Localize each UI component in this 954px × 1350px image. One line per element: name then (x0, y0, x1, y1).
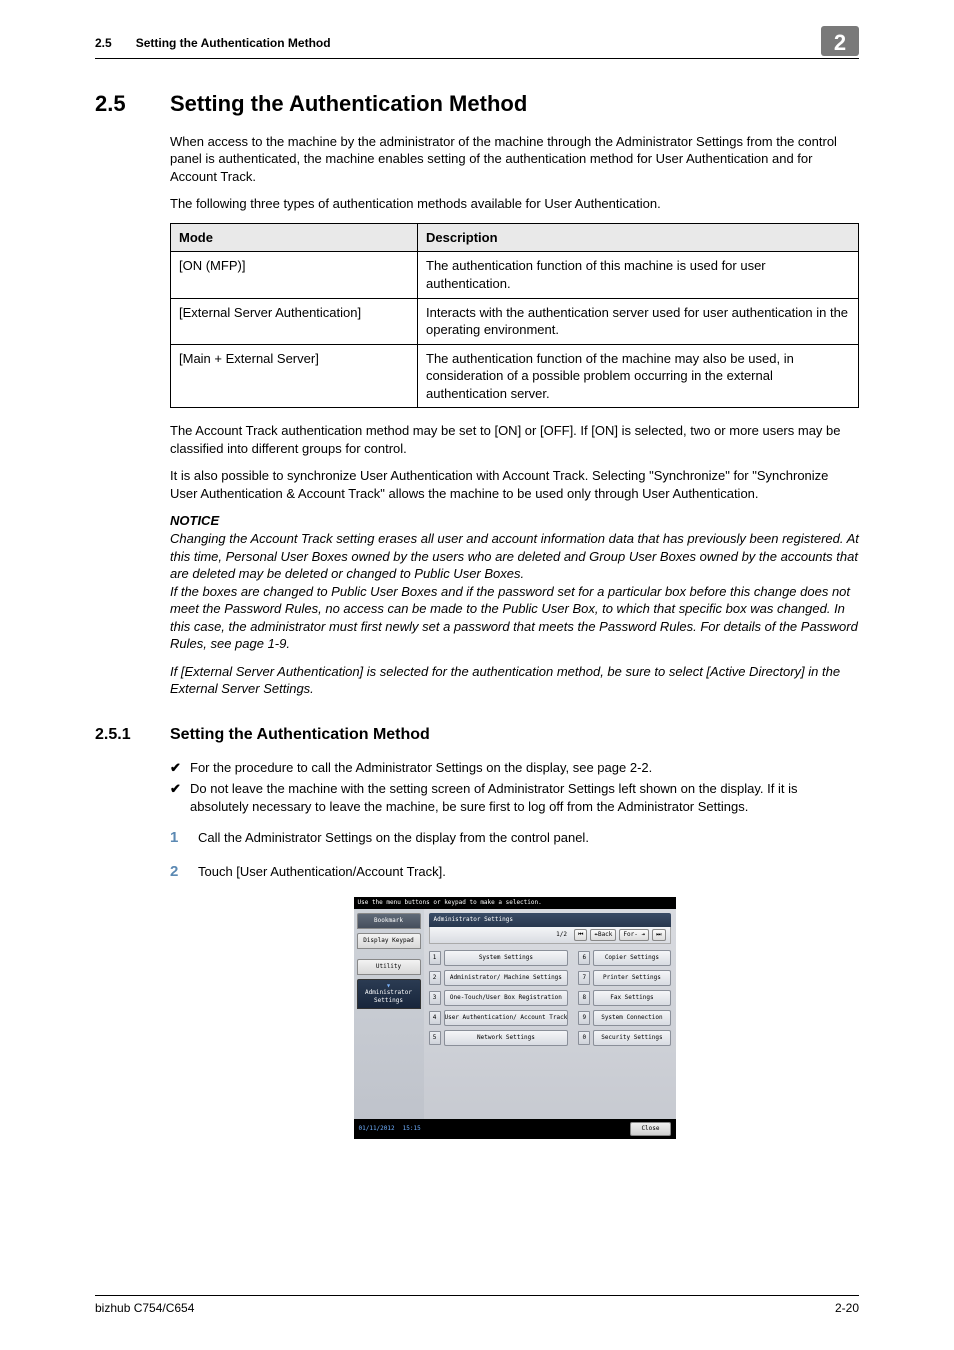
step-item: 2 Touch [User Authentication/Account Tra… (170, 862, 859, 882)
cell-mode: [Main + External Server] (171, 344, 418, 408)
mfp-paging-bar: 1/2 ⏮ ↞Back For- ↠ ⏭ (429, 927, 671, 944)
notice-label: NOTICE (170, 512, 859, 530)
intro-paragraph-1: When access to the machine by the admini… (170, 133, 859, 186)
step-text: Call the Administrator Settings on the d… (198, 828, 859, 848)
auth-modes-table: Mode Description [ON (MFP)] The authenti… (170, 223, 859, 408)
cell-desc: Interacts with the authentication server… (418, 298, 859, 344)
menu-number: 5 (429, 1031, 441, 1045)
step-text: Touch [User Authentication/Account Track… (198, 862, 859, 882)
menu-number: 7 (578, 971, 590, 985)
subsection-title: Setting the Authentication Method (170, 724, 430, 746)
cell-mode: [External Server Authentication] (171, 298, 418, 344)
menu-item: 7Printer Settings (578, 970, 670, 986)
menu-item: 4User Authentication/ Account Track (429, 1010, 569, 1026)
last-page-button[interactable]: ⏭ (652, 929, 665, 941)
menu-button-printer-settings[interactable]: Printer Settings (593, 970, 670, 986)
menu-number: 6 (578, 951, 590, 965)
menu-item: 3One-Touch/User Box Registration (429, 990, 569, 1006)
paragraph: It is also possible to synchronize User … (170, 467, 859, 502)
step-number: 2 (170, 862, 198, 882)
th-mode: Mode (171, 223, 418, 252)
section-heading: 2.5 Setting the Authentication Method (95, 89, 859, 119)
menu-button-security-settings[interactable]: Security Settings (593, 1030, 670, 1046)
menu-item: 1System Settings (429, 950, 569, 966)
menu-number: 2 (429, 971, 441, 985)
cell-mode: [ON (MFP)] (171, 252, 418, 298)
close-button[interactable]: Close (630, 1122, 670, 1136)
menu-item: 8Fax Settings (578, 990, 670, 1006)
footer-model: bizhub C754/C654 (95, 1300, 194, 1316)
menu-number: 9 (578, 1011, 590, 1025)
cell-desc: The authentication function of the machi… (418, 344, 859, 408)
mfp-panel-title: Administrator Settings (429, 913, 671, 927)
menu-number: 3 (429, 991, 441, 1005)
cell-desc: The authentication function of this mach… (418, 252, 859, 298)
mfp-instruction-bar: Use the menu buttons or keypad to make a… (354, 897, 676, 909)
first-page-button[interactable]: ⏮ (574, 929, 587, 941)
page-indicator: 1/2 (556, 931, 567, 939)
prereq-list: ✔For the procedure to call the Administr… (170, 759, 859, 816)
section-title: Setting the Authentication Method (170, 89, 527, 119)
list-item: ✔Do not leave the machine with the setti… (170, 780, 859, 815)
menu-number: 4 (429, 1011, 441, 1025)
page-footer: bizhub C754/C654 2-20 (95, 1295, 859, 1316)
tab-admin-settings[interactable]: ▾ Administrator Settings (357, 979, 421, 1009)
list-item: ✔For the procedure to call the Administr… (170, 759, 859, 777)
running-header: 2.5 Setting the Authentication Method 2 (95, 30, 859, 59)
rh-section-number: 2.5 (95, 35, 112, 51)
menu-button-user-auth-account-track[interactable]: User Authentication/ Account Track (444, 1010, 569, 1026)
menu-button-system-settings[interactable]: System Settings (444, 950, 569, 966)
chapter-number-badge: 2 (821, 26, 859, 56)
menu-item: 9System Connection (578, 1010, 670, 1026)
table-row: [Main + External Server] The authenticat… (171, 344, 859, 408)
mfp-footer: 01/11/2012 15:15 Close (354, 1119, 676, 1139)
table-row: [ON (MFP)] The authentication function o… (171, 252, 859, 298)
notice-paragraph: If [External Server Authentication] is s… (170, 663, 859, 698)
footer-page-number: 2-20 (835, 1300, 859, 1316)
tab-display-keypad[interactable]: Display Keypad (357, 933, 421, 949)
menu-button-copier-settings[interactable]: Copier Settings (593, 950, 670, 966)
intro-paragraph-2: The following three types of authenticat… (170, 195, 859, 213)
paragraph: The Account Track authentication method … (170, 422, 859, 457)
mfp-screenshot: Use the menu buttons or keypad to make a… (354, 897, 676, 1139)
menu-number: 8 (578, 991, 590, 1005)
tab-bookmark[interactable]: Bookmark (357, 913, 421, 929)
step-number: 1 (170, 828, 198, 848)
step-item: 1 Call the Administrator Settings on the… (170, 828, 859, 848)
rh-section-title: Setting the Authentication Method (136, 35, 821, 51)
subsection-heading: 2.5.1 Setting the Authentication Method (95, 724, 859, 746)
table-row: [External Server Authentication] Interac… (171, 298, 859, 344)
subsection-number: 2.5.1 (95, 724, 170, 746)
forward-button[interactable]: For- ↠ (619, 929, 649, 941)
checkmark-icon: ✔ (170, 780, 190, 815)
menu-button-admin-machine[interactable]: Administrator/ Machine Settings (444, 970, 569, 986)
menu-item: 2Administrator/ Machine Settings (429, 970, 569, 986)
menu-button-fax-settings[interactable]: Fax Settings (593, 990, 670, 1006)
menu-button-network-settings[interactable]: Network Settings (444, 1030, 569, 1046)
menu-button-onetouch-userbox[interactable]: One-Touch/User Box Registration (444, 990, 569, 1006)
tab-utility[interactable]: Utility (357, 959, 421, 975)
menu-item: 0Security Settings (578, 1030, 670, 1046)
menu-item: 5Network Settings (429, 1030, 569, 1046)
mfp-left-tabs: Bookmark Display Keypad Utility ▾ Admini… (354, 909, 424, 1119)
mfp-menu-grid: 1System Settings 6Copier Settings 2Admin… (429, 950, 671, 1046)
mfp-time: 15:15 (403, 1125, 421, 1133)
menu-number: 0 (578, 1031, 590, 1045)
notice-paragraph: Changing the Account Track setting erase… (170, 530, 859, 583)
menu-number: 1 (429, 951, 441, 965)
section-number: 2.5 (95, 89, 170, 119)
th-description: Description (418, 223, 859, 252)
menu-item: 6Copier Settings (578, 950, 670, 966)
menu-button-system-connection[interactable]: System Connection (593, 1010, 670, 1026)
mfp-date: 01/11/2012 (359, 1125, 395, 1133)
checkmark-icon: ✔ (170, 759, 190, 777)
notice-paragraph: If the boxes are changed to Public User … (170, 583, 859, 653)
back-button[interactable]: ↞Back (590, 929, 616, 941)
